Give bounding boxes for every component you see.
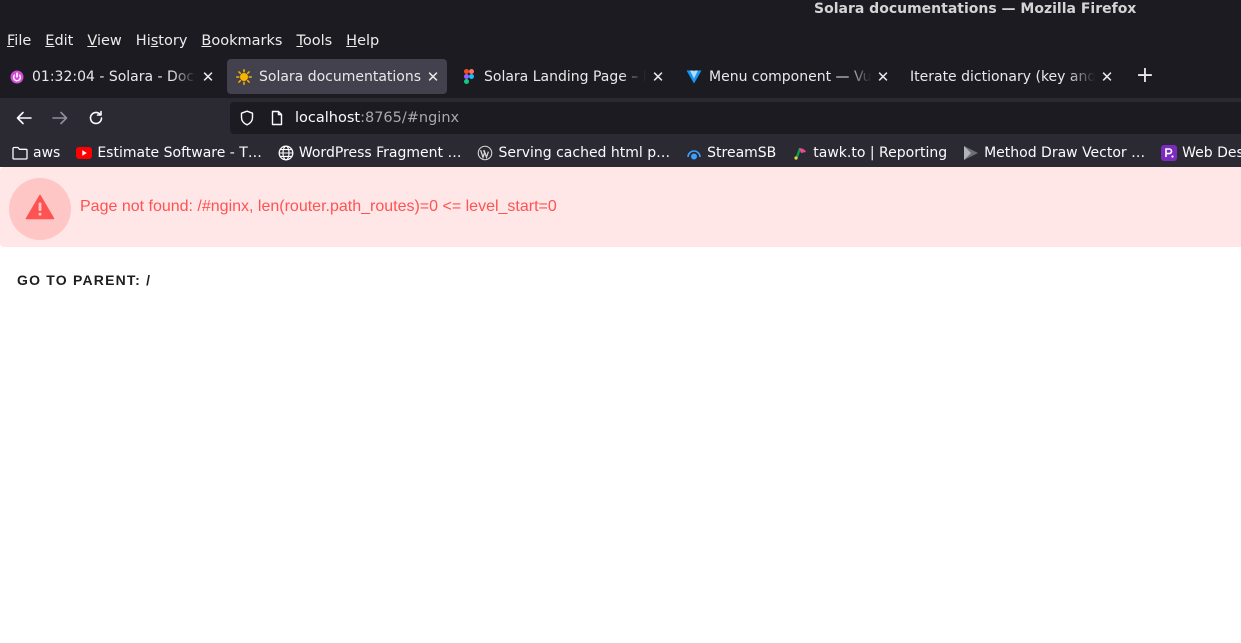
menu-history[interactable]: History <box>136 33 188 49</box>
menu-bookmarks[interactable]: Bookmarks <box>201 33 282 49</box>
reload-button[interactable] <box>85 107 107 129</box>
globe-icon <box>278 145 294 161</box>
bookmark-method-draw[interactable]: Method Draw Vector … <box>953 145 1151 161</box>
bookmark-label: aws <box>33 144 61 161</box>
tab-figma[interactable]: Solara Landing Page – Figma ✕ <box>452 59 672 94</box>
vuetify-icon <box>686 69 702 85</box>
methoddraw-icon <box>963 145 979 161</box>
bookmark-label: Serving cached html p… <box>498 144 671 161</box>
tab-iterate-dictionary[interactable]: Iterate dictionary (key and value) ✕ <box>901 59 1121 94</box>
bookmark-web-design[interactable]: Web Design Toro <box>1151 144 1241 161</box>
page-icon[interactable] <box>269 110 285 126</box>
warning-icon <box>25 194 55 220</box>
close-icon[interactable]: ✕ <box>650 68 666 86</box>
menu-help-label: elp <box>357 33 380 49</box>
menu-view[interactable]: View <box>87 33 121 49</box>
bookmark-label: Estimate Software - T… <box>97 144 262 161</box>
arrow-right-icon <box>52 111 68 125</box>
bookmarks-toolbar: aws Estimate Software - T… WordPress Fra… <box>0 138 1241 167</box>
menu-tools-label: ools <box>302 33 333 49</box>
tab-label: 01:32:04 - Solara - Documentation <box>32 68 196 85</box>
new-tab-button[interactable]: + <box>1134 65 1156 87</box>
tab-label: Solara documentations <box>259 68 421 85</box>
url-path: :8765/#nginx <box>360 110 460 126</box>
menu-bookmarks-label: ookmarks <box>211 33 283 49</box>
arrow-left-icon <box>16 111 32 125</box>
bookmark-wordpress-fragment[interactable]: WordPress Fragment … <box>268 145 468 161</box>
tab-label: Iterate dictionary (key and value) <box>910 68 1095 85</box>
url-bar[interactable]: localhost:8765/#nginx <box>230 102 1241 134</box>
bookmark-label: tawk.to | Reporting <box>813 144 948 161</box>
page-not-found-alert: Page not found: /#nginx, len(router.path… <box>0 167 1241 247</box>
stopwatch-icon <box>9 69 25 85</box>
menu-history-label: tory <box>158 33 188 49</box>
tab-solara-docs[interactable]: Solara documentations ✕ <box>227 59 447 94</box>
close-icon[interactable]: ✕ <box>425 68 441 86</box>
window-title: Solara documentations — Mozilla Firefox <box>814 1 1137 17</box>
forward-button[interactable] <box>49 107 71 129</box>
bookmark-aws[interactable]: aws <box>0 145 66 161</box>
menu-file[interactable]: File <box>7 33 31 49</box>
menu-view-label: iew <box>96 33 122 49</box>
bookmark-label: StreamSB <box>707 144 777 161</box>
youtube-icon <box>76 145 93 161</box>
tab-label: Solara Landing Page – Figma <box>484 68 646 85</box>
go-to-parent-button[interactable]: Go to parent: / <box>17 272 151 288</box>
menu-help[interactable]: Help <box>346 33 379 49</box>
wordpress-icon <box>477 145 493 161</box>
bookmark-tawkto[interactable]: tawk.to | Reporting <box>782 145 953 161</box>
menu-edit[interactable]: Edit <box>45 33 73 49</box>
tab-solara-timer[interactable]: 01:32:04 - Solara - Documentation ✕ <box>0 59 222 94</box>
figma-icon <box>461 69 477 85</box>
close-icon[interactable]: ✕ <box>200 68 216 86</box>
navigation-toolbar: localhost:8765/#nginx <box>0 98 1241 138</box>
window-title-bar: Solara documentations — Mozilla Firefox <box>0 0 1241 27</box>
url-host: localhost <box>295 110 361 126</box>
bookmark-streamsb[interactable]: StreamSB <box>676 145 782 161</box>
bookmark-serving-cached-html[interactable]: Serving cached html p… <box>467 145 676 161</box>
bookmark-label: Web Design Toro <box>1182 144 1241 161</box>
menu-bookmarks-mnemonic: B <box>201 33 212 49</box>
menu-file-label: ile <box>14 33 32 49</box>
bookmark-label: WordPress Fragment … <box>298 144 462 161</box>
menu-help-mnemonic: H <box>346 33 358 49</box>
tab-vuetify[interactable]: Menu component — Vuetify ✕ <box>677 59 897 94</box>
tawkto-icon <box>792 145 808 161</box>
reload-icon <box>89 110 103 125</box>
sun-icon <box>236 68 252 85</box>
folder-icon <box>12 145 28 161</box>
menu-edit-label: dit <box>54 33 74 49</box>
close-icon[interactable]: ✕ <box>875 68 891 86</box>
bookmark-label: Method Draw Vector … <box>984 144 1146 161</box>
shield-icon[interactable] <box>239 110 255 126</box>
bookmark-estimate-software[interactable]: Estimate Software - T… <box>66 145 268 161</box>
back-button[interactable] <box>13 107 35 129</box>
tab-strip: 01:32:04 - Solara - Documentation ✕ Sola… <box>0 55 1241 98</box>
webdesign-icon <box>1161 144 1178 161</box>
menu-history-prefix: Hi <box>135 33 151 49</box>
close-icon[interactable]: ✕ <box>1099 68 1115 86</box>
alert-message: Page not found: /#nginx, len(router.path… <box>80 198 557 215</box>
streamsb-icon <box>686 145 702 161</box>
menu-bar: File Edit View History Bookmarks Tools H… <box>0 27 1241 55</box>
menu-view-mnemonic: V <box>87 33 97 49</box>
menu-tools[interactable]: Tools <box>296 33 332 49</box>
tab-label: Menu component — Vuetify <box>709 68 871 85</box>
